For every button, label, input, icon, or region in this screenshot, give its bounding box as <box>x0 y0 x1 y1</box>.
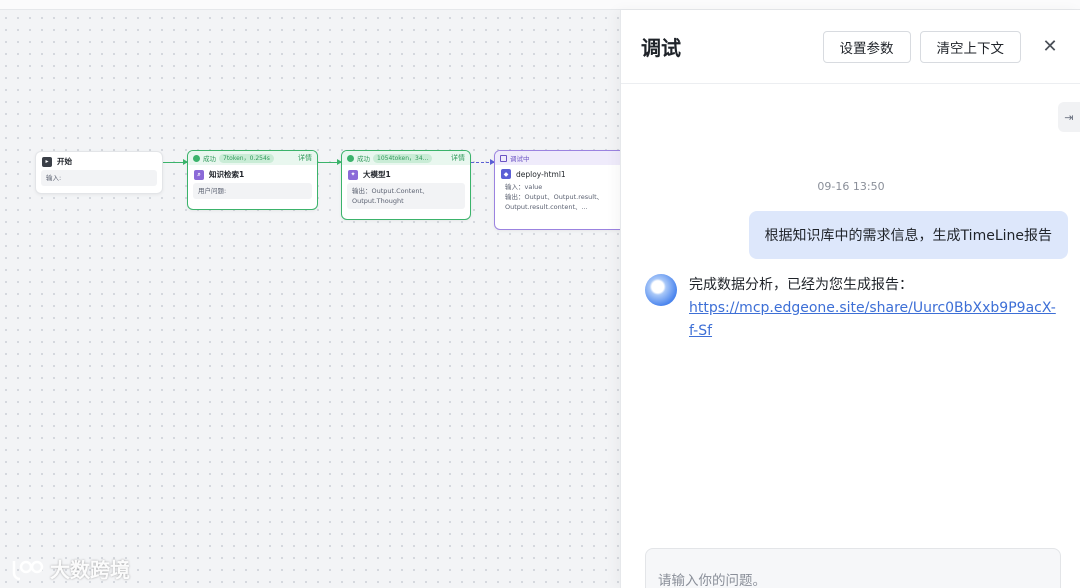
clear-context-button[interactable]: 清空上下文 <box>919 30 1021 63</box>
node-llm-header: ✦ 大模型1 <box>342 165 470 183</box>
close-icon[interactable]: ✕ <box>1040 36 1060 57</box>
edge-retrieval-to-llm <box>318 159 342 165</box>
bot-avatar <box>645 274 677 306</box>
node-deploy-title: deploy-html1 <box>516 169 566 179</box>
node-status-bar: 成功 1054token，34... 详情 <box>342 151 470 165</box>
plugin-icon: ◆ <box>501 169 511 179</box>
brand-name: 大数跨境 <box>50 558 130 582</box>
top-bar <box>0 0 1080 10</box>
debug-icon <box>500 154 507 162</box>
search-icon: ⌕ <box>194 169 204 180</box>
node-retrieval-body: 用户问题: <box>193 183 312 199</box>
node-knowledge-retrieval[interactable]: 成功 7token，0.254s 详情 ⌕ 知识检索1 用户问题: <box>187 150 318 210</box>
success-icon <box>347 154 354 162</box>
debug-panel: 调试 设置参数 清空上下文 ✕ ⇥ 09-16 13:50 根据知识库中的需求信… <box>620 10 1080 588</box>
success-icon <box>193 154 200 162</box>
node-start-body: 输入: <box>41 170 157 186</box>
node-retrieval-header: ⌕ 知识检索1 <box>188 165 317 183</box>
model-icon: ✦ <box>348 169 358 180</box>
debug-panel-header: 调试 设置参数 清空上下文 ✕ <box>621 10 1080 84</box>
edge-llm-to-deploy <box>471 159 495 165</box>
node-llm-body-line: 输出：Output.Content、 <box>352 187 429 195</box>
node-llm-body-line: Output.Thought <box>352 197 404 205</box>
report-link[interactable]: https://mcp.edgeone.site/share/Uurc0BbXx… <box>689 300 1056 339</box>
node-status-text: 成功 <box>357 155 370 163</box>
node-detail-link[interactable]: 详情 <box>298 153 312 163</box>
node-llm-body: 输出：Output.Content、 Output.Thought <box>347 183 465 209</box>
set-params-button[interactable]: 设置参数 <box>822 30 911 63</box>
node-start-header: ▸ 开始 <box>36 152 162 170</box>
node-status-bar: 成功 7token，0.254s 详情 <box>188 151 317 165</box>
bot-message-text: 完成数据分析，已经为您生成报告： <box>689 277 913 293</box>
brand-watermark: 大数跨境 <box>8 554 130 583</box>
node-retrieval-title: 知识检索1 <box>209 170 245 179</box>
node-start-title: 开始 <box>57 157 72 166</box>
user-message: 根据知识库中的需求信息，生成TimeLine报告 <box>748 211 1068 259</box>
edge-start-to-retrieval <box>163 159 188 165</box>
bot-message: 完成数据分析，已经为您生成报告： https://mcp.edgeone.sit… <box>689 274 1059 343</box>
panel-actions: 设置参数 清空上下文 ✕ <box>822 30 1061 63</box>
collapse-icon[interactable]: ⇥ <box>1058 102 1080 132</box>
start-icon: ▸ <box>42 156 52 167</box>
node-start[interactable]: ▸ 开始 输入: <box>35 151 163 194</box>
chat-timestamp: 09-16 13:50 <box>817 180 885 193</box>
question-input[interactable]: 请输入你的问题。 <box>645 548 1061 588</box>
node-status-text: 成功 <box>203 155 216 163</box>
panel-title: 调试 <box>641 36 681 60</box>
node-detail-link[interactable]: 详情 <box>451 153 465 163</box>
node-metrics: 1054token，34... <box>373 153 433 163</box>
brand-logo-icon <box>12 560 44 580</box>
node-llm-title: 大模型1 <box>363 170 391 179</box>
node-metrics: 7token，0.254s <box>219 153 274 163</box>
node-llm[interactable]: 成功 1054token，34... 详情 ✦ 大模型1 输出：Output.C… <box>341 150 471 220</box>
node-status-text: 调试中 <box>510 155 530 163</box>
